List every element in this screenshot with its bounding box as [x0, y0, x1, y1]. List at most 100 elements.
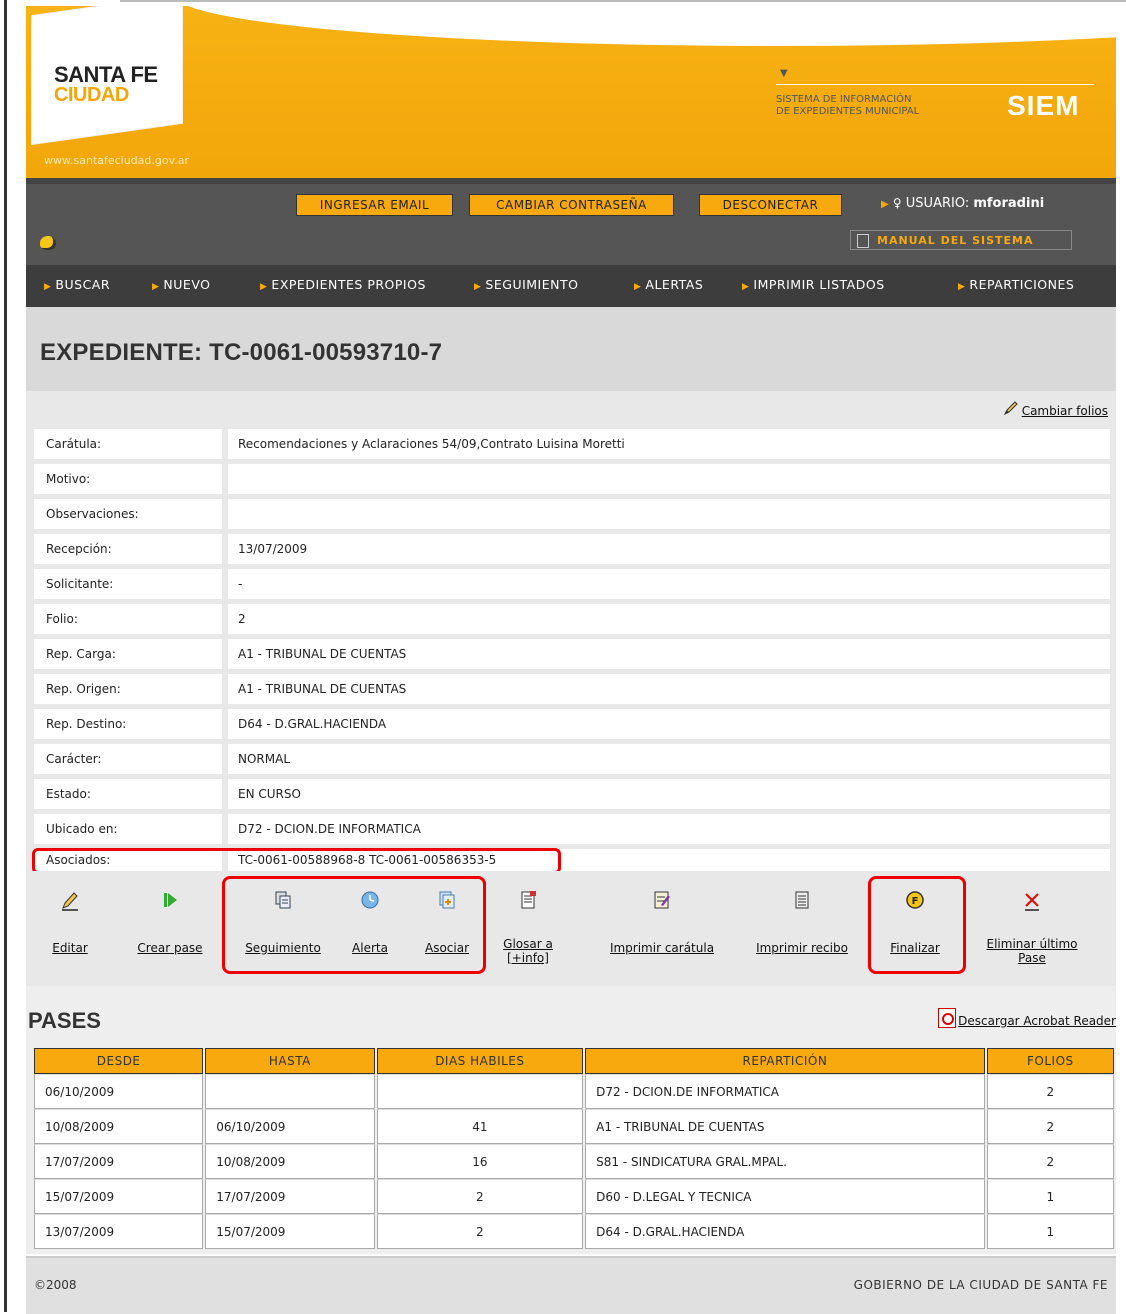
detail-label: Rep. Origen: [34, 674, 222, 704]
user-toolbar: INGRESAR EMAIL CAMBIAR CONTRASEÑA DESCON… [26, 178, 1116, 265]
cambiar-folios-label: Cambiar folios [1021, 404, 1108, 418]
detail-value: 2 [228, 604, 1110, 634]
pencil-icon [62, 892, 78, 911]
nav-label: REPARTICIONES [969, 277, 1075, 292]
detail-value: - [228, 569, 1110, 599]
play-step-icon [164, 893, 177, 907]
detail-value: NORMAL [228, 744, 1110, 774]
user-name: mforadini [973, 196, 1045, 211]
nav-label: BUSCAR [55, 277, 111, 292]
logo-subtext: CIUDAD [54, 84, 129, 106]
expediente-details: Cambiar folios Carátula: Recomendaciones … [26, 391, 1116, 874]
pdf-icon [938, 1008, 957, 1028]
cell-folios: 2 [986, 1074, 1114, 1109]
detail-value: Recomendaciones y Aclaraciones 54/09,Con… [228, 429, 1110, 459]
arrow-right-icon: ▶ [634, 282, 642, 292]
cell-folios: 2 [986, 1109, 1114, 1144]
manual-label: MANUAL DEL SISTEMA [877, 234, 1034, 247]
finalizar-highlight [868, 876, 966, 974]
nav-reparticiones[interactable]: ▶ REPARTICIONES [958, 277, 1074, 292]
detail-label: Solicitante: [34, 569, 222, 599]
detail-value: A1 - TRIBUNAL DE CUENTAS [228, 639, 1110, 669]
detail-label: Carácter: [34, 744, 222, 774]
pencil-icon [1003, 401, 1018, 416]
cell-desde: 13/07/2009 [34, 1214, 204, 1249]
desconectar-button[interactable]: DESCONECTAR [699, 194, 842, 216]
detail-value: D72 - DCION.DE INFORMATICA [228, 814, 1110, 844]
cambiar-contrasena-button[interactable]: CAMBIAR CONTRASEÑA [469, 194, 674, 216]
pases-table: DESDE HASTA DIAS HABILES REPARTICIÓN FOL… [32, 1048, 1116, 1249]
detail-row-observaciones: Observaciones: [34, 499, 1110, 529]
edit-document-icon [654, 891, 670, 909]
banner-wave [176, 6, 1116, 46]
cell-reparticion: S81 - SINDICATURA GRAL.MPAL. [585, 1144, 985, 1179]
cell-reparticion: D60 - D.LEGAL Y TECNICA [585, 1179, 985, 1214]
cell-reparticion: D72 - DCION.DE INFORMATICA [585, 1074, 985, 1109]
nav-alertas[interactable]: ▶ ALERTAS [634, 277, 703, 292]
eliminar-ultimo-pase-button[interactable]: Eliminar último Pase [976, 871, 1088, 981]
ingresar-email-button[interactable]: INGRESAR EMAIL [296, 194, 453, 216]
main-nav: ▶ BUSCAR ▶ NUEVO ▶ EXPEDIENTES PROPIOS ▶ SEG… [26, 265, 1116, 307]
nav-label: IMPRIMIR LISTADOS [753, 277, 885, 292]
detail-row-motivo: Motivo: [34, 464, 1110, 494]
cell-dias: 2 [376, 1179, 584, 1214]
editar-button[interactable]: Editar [38, 871, 102, 981]
nav-expedientes-propios[interactable]: ▶ EXPEDIENTES PROPIOS [260, 277, 426, 292]
imprimir-recibo-button[interactable]: Imprimir recibo [750, 871, 854, 981]
editar-label: Editar [52, 941, 88, 955]
table-row: 13/07/2009 15/07/2009 2 D64 - D.GRAL.HAC… [34, 1214, 1114, 1249]
user-label: USUARIO: [905, 196, 970, 211]
pases-title: PASES [28, 1008, 101, 1033]
page-frame: SANTA FE CIUDAD www.santafeciudad.gov.ar… [0, 0, 1126, 1314]
table-row: 06/10/2009 D72 - DCION.DE INFORMATICA 2 [34, 1074, 1114, 1109]
detail-label: Ubicado en: [34, 814, 222, 844]
page-content: SANTA FE CIUDAD www.santafeciudad.gov.ar… [26, 6, 1116, 1314]
detail-row-caracter: Carácter: NORMAL [34, 744, 1110, 774]
system-divider [776, 84, 1094, 85]
glosar-label: Glosar a [+info] [496, 937, 560, 965]
pases-section: PASES Descargar Acrobat Reader DESDE HAS… [26, 986, 1116, 1254]
manual-del-sistema-link[interactable]: MANUAL DEL SISTEMA [850, 230, 1072, 250]
detail-label: Recepción: [34, 534, 222, 564]
nav-nuevo[interactable]: ▶ NUEVO [152, 277, 211, 292]
cell-hasta: 15/07/2009 [205, 1214, 375, 1249]
detail-row-caratula: Carátula: Recomendaciones y Aclaraciones … [34, 429, 1110, 459]
nav-label: SEGUIMIENTO [485, 277, 579, 292]
detail-row-ubicado-en: Ubicado en: D72 - DCION.DE INFORMATICA [34, 814, 1110, 844]
column-header: DIAS HABILES [376, 1048, 584, 1074]
cell-desde: 10/08/2009 [34, 1109, 204, 1144]
column-header: REPARTICIÓN [585, 1048, 985, 1074]
header-banner: SANTA FE CIUDAD www.santafeciudad.gov.ar… [26, 6, 1116, 178]
window-top-border [120, 0, 1126, 2]
arrow-right-icon: ▶ [958, 282, 966, 292]
detail-row-solicitante: Solicitante: - [34, 569, 1110, 599]
eliminar-label: Eliminar último Pase [976, 937, 1088, 965]
nav-buscar[interactable]: ▶ BUSCAR [44, 277, 110, 292]
crear-pase-button[interactable]: Crear pase [122, 871, 218, 981]
detail-value [228, 499, 1110, 529]
arrow-right-icon: ▶ [742, 282, 750, 292]
cell-folios: 1 [986, 1214, 1114, 1249]
lightbulb-icon[interactable] [40, 236, 56, 250]
actions-highlight-group [222, 876, 486, 974]
cell-dias: 16 [376, 1144, 584, 1179]
imprimir-caratula-button[interactable]: Imprimir carátula [600, 871, 724, 981]
nav-seguimiento[interactable]: ▶ SEGUIMIENTO [474, 277, 578, 292]
arrow-right-icon: ▶ [152, 282, 160, 292]
detail-row-rep-carga: Rep. Carga: A1 - TRIBUNAL DE CUENTAS [34, 639, 1110, 669]
user-info: ▶ ♀ USUARIO: mforadini [881, 196, 1044, 211]
receipt-icon [795, 891, 809, 909]
glosar-button[interactable]: Glosar a [+info] [496, 871, 560, 981]
detail-label: Estado: [34, 779, 222, 809]
detail-value: 13/07/2009 [228, 534, 1110, 564]
glosar-label-line2: [+info] [507, 951, 549, 965]
system-desc-line2: DE EXPEDIENTES MUNICIPAL [776, 106, 920, 117]
nav-imprimir-listados[interactable]: ▶ IMPRIMIR LISTADOS [742, 277, 885, 292]
cell-hasta [205, 1074, 375, 1109]
glosar-document-icon [521, 891, 536, 909]
cambiar-folios-link[interactable]: Cambiar folios [1002, 399, 1108, 418]
actions-bar: Editar Crear pase Seguimiento Alerta Aso… [26, 871, 1116, 986]
cell-desde: 15/07/2009 [34, 1179, 204, 1214]
descargar-acrobat-link[interactable]: Descargar Acrobat Reader [938, 1008, 1116, 1028]
detail-row-rep-origen: Rep. Origen: A1 - TRIBUNAL DE CUENTAS [34, 674, 1110, 704]
